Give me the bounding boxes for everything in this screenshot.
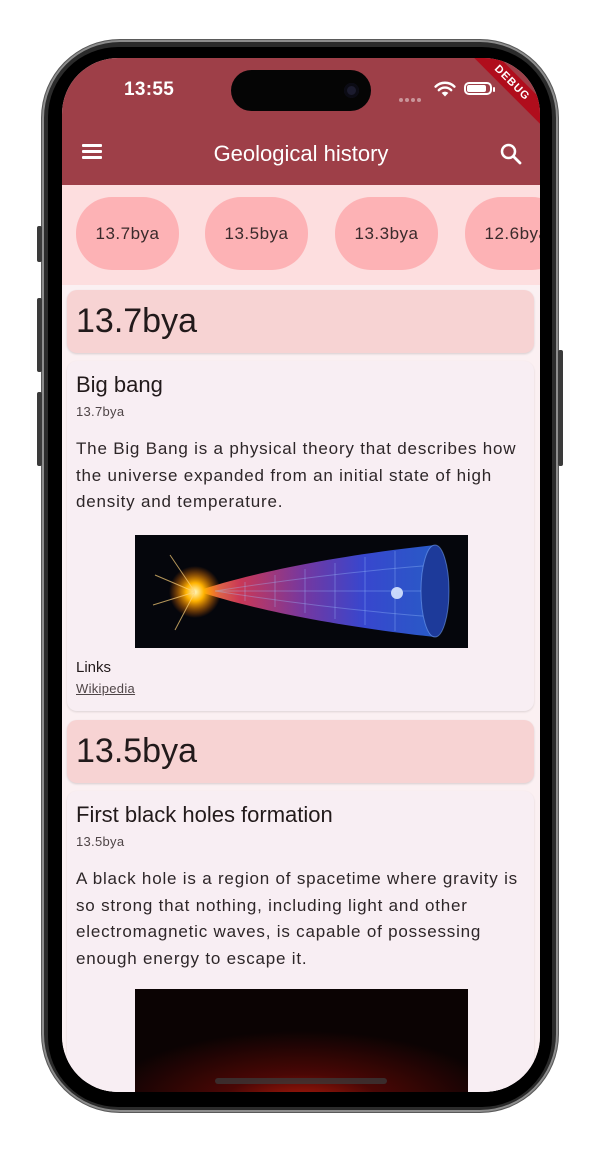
event-date: 13.7bya (76, 404, 125, 419)
era-chip[interactable]: 13.7bya (76, 197, 179, 270)
era-header: 13.5bya (67, 720, 534, 783)
wikipedia-link[interactable]: Wikipedia (76, 681, 135, 696)
black-hole-image (135, 989, 468, 1092)
volume-up-button (37, 298, 42, 372)
era-header-label: 13.7bya (76, 302, 197, 340)
event-description: A black hole is a region of spacetime wh… (76, 869, 518, 969)
dynamic-island (231, 70, 371, 111)
event-description: The Big Bang is a physical theory that d… (76, 439, 517, 512)
event-card: Big bang 13.7bya The Big Bang is a physi… (67, 361, 534, 711)
event-date: 13.5bya (76, 834, 125, 849)
era-chip[interactable]: 13.3bya (335, 197, 438, 270)
event-card: First black holes formation 13.5bya A bl… (67, 791, 534, 1092)
status-time: 13:55 (124, 79, 175, 100)
links-label: Links (76, 659, 112, 676)
big-bang-image (135, 535, 468, 648)
volume-down-button (37, 392, 42, 466)
power-button (558, 350, 563, 466)
battery-icon (464, 82, 495, 95)
home-indicator[interactable] (215, 1078, 387, 1084)
action-button (37, 226, 42, 262)
era-chip-row[interactable]: 13.7bya 13.5bya 13.3bya 12.6bya (62, 185, 540, 285)
era-header-label: 13.5bya (76, 732, 197, 770)
cellular-signal-icon (399, 89, 423, 102)
era-chip[interactable]: 13.5bya (205, 197, 308, 270)
front-camera (344, 83, 359, 98)
app-bar: 13:55 DEBUG Geological history (62, 58, 540, 185)
app-title: Geological history (213, 141, 389, 166)
screen: 13:55 DEBUG Geological history 13.7bya 1… (62, 58, 540, 1092)
search-icon[interactable] (499, 142, 523, 166)
event-title: First black holes formation (76, 802, 333, 827)
era-chip[interactable]: 12.6bya (465, 197, 540, 270)
event-title: Big bang (76, 372, 163, 397)
timeline-list[interactable]: 13.7bya Big bang 13.7bya The Big Bang is… (62, 285, 540, 1092)
era-header: 13.7bya (67, 290, 534, 353)
wifi-icon (434, 81, 456, 97)
